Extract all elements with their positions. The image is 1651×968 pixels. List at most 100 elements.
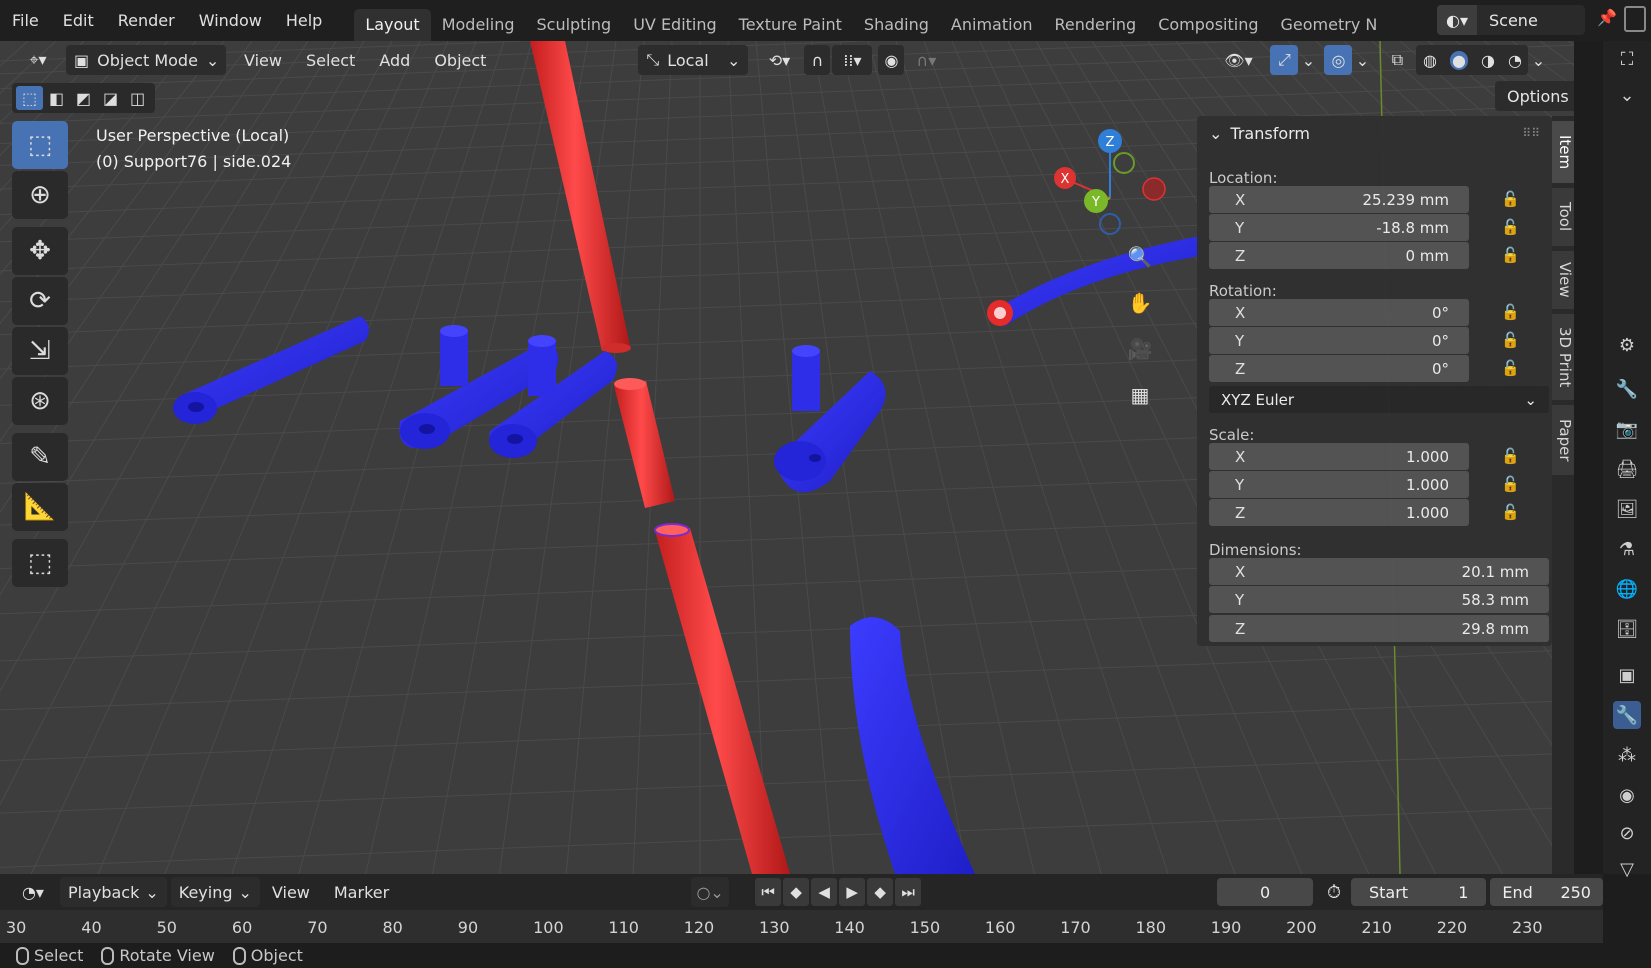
world-properties-icon[interactable]: 🌐 — [1613, 575, 1641, 603]
snap-target-icon[interactable]: ⁞⁞▾ — [832, 45, 873, 75]
tab-view[interactable]: View — [1552, 251, 1574, 309]
visibility-icon[interactable]: 👁▾ — [1216, 45, 1260, 75]
tab-animation[interactable]: Animation — [940, 9, 1044, 41]
tab-uv-editing[interactable]: UV Editing — [622, 9, 727, 41]
lock-icon[interactable]: 🔓 — [1501, 246, 1523, 266]
rendered-shading-icon[interactable]: ◔ — [1508, 51, 1522, 70]
lock-icon[interactable]: 🔓 — [1501, 303, 1523, 323]
scale-x-field[interactable]: X 1.000 — [1209, 443, 1469, 470]
clock-editor-icon[interactable]: ◔▾ — [14, 877, 52, 907]
tab-texture-paint[interactable]: Texture Paint — [728, 9, 853, 41]
collection-properties-icon[interactable]: 🗄 — [1613, 615, 1641, 643]
xray-icon[interactable]: ⧉ — [1384, 45, 1410, 75]
tab-paper[interactable]: Paper — [1552, 405, 1574, 475]
menu-view[interactable]: View — [232, 45, 294, 75]
select-subtract-icon[interactable]: ◩ — [70, 86, 97, 110]
next-keyframe-icon[interactable]: ◆ — [867, 878, 894, 906]
rotation-z-field[interactable]: Z 0° — [1209, 355, 1469, 382]
falloff-icon[interactable]: ∩▾ — [906, 45, 946, 75]
select-intersect-icon[interactable]: ◫ — [124, 86, 151, 110]
editor-type-icon[interactable]: ⚙ — [1613, 331, 1641, 359]
overlays-icon[interactable]: ◎ — [1324, 45, 1353, 75]
jump-start-icon[interactable]: ⏮ — [755, 878, 782, 906]
menu-object[interactable]: Object — [422, 45, 498, 75]
chevron-down-icon[interactable]: ⌄ — [1298, 45, 1318, 75]
tab-geometry-nodes[interactable]: Geometry N — [1270, 9, 1389, 41]
particles-icon[interactable]: ⁂ — [1613, 741, 1641, 769]
play-icon[interactable]: ▶ — [839, 878, 866, 906]
zoom-icon[interactable]: 🔍 — [1120, 237, 1160, 277]
menu-edit[interactable]: Edit — [51, 0, 106, 41]
jump-end-icon[interactable]: ⏭ — [895, 878, 922, 906]
tab-item[interactable]: Item — [1552, 121, 1574, 183]
location-z-field[interactable]: Z 0 mm — [1209, 242, 1469, 269]
scale-y-field[interactable]: Y 1.000 — [1209, 471, 1469, 498]
outliner-icon[interactable]: ⛶ — [1613, 45, 1641, 73]
stopwatch-icon[interactable]: ⏱ — [1327, 882, 1341, 903]
tab-3d-print[interactable]: 3D Print — [1552, 314, 1574, 400]
pin-icon[interactable]: 📌 — [1597, 8, 1617, 27]
tab-compositing[interactable]: Compositing — [1147, 9, 1269, 41]
lock-icon[interactable]: 🔓 — [1501, 218, 1523, 238]
prev-keyframe-icon[interactable]: ◆ — [783, 878, 810, 906]
scene-properties-icon[interactable]: ⚗ — [1613, 535, 1641, 563]
transform-orientation-dropdown[interactable]: ⤡ Local ⌄ — [638, 45, 749, 75]
object-data-icon[interactable]: ▽ — [1613, 855, 1641, 883]
tab-sculpting[interactable]: Sculpting — [525, 9, 622, 41]
measure-tool-icon[interactable]: 📐 — [12, 483, 68, 531]
current-frame-field[interactable]: 0 — [1217, 878, 1313, 906]
pan-hand-icon[interactable]: ✋ — [1120, 283, 1160, 323]
tab-rendering[interactable]: Rendering — [1044, 9, 1148, 41]
select-invert-icon[interactable]: ◪ — [97, 86, 124, 110]
menu-file[interactable]: File — [0, 0, 51, 41]
rotation-y-field[interactable]: Y 0° — [1209, 327, 1469, 354]
view-layer-icon[interactable]: 🖼 — [1613, 495, 1641, 523]
pivot-icon[interactable]: ⟲▾ — [758, 45, 800, 75]
proportional-edit-icon[interactable]: ◉ — [878, 45, 905, 75]
playback-dropdown[interactable]: Playback ⌄ — [59, 877, 167, 907]
play-reverse-icon[interactable]: ◀ — [811, 878, 838, 906]
tab-shading[interactable]: Shading — [853, 9, 940, 41]
select-new-icon[interactable]: ⬚ — [16, 86, 43, 110]
chevron-down-icon[interactable]: ⌄ — [1352, 45, 1372, 75]
solid-shading-icon[interactable]: ● — [1449, 50, 1468, 70]
scene-selector[interactable]: ◐▾ Scene — [1437, 5, 1585, 35]
lock-icon[interactable]: 🔓 — [1501, 475, 1523, 495]
select-extend-icon[interactable]: ◧ — [43, 86, 70, 110]
transform-panel-header[interactable]: ⌄ Transform — [1209, 124, 1310, 143]
editor-type-icon[interactable]: ⌖▾ — [18, 45, 58, 75]
dimensions-z-field[interactable]: Z 29.8 mm — [1209, 615, 1549, 642]
chevron-down-icon[interactable]: ⌄ — [1528, 45, 1548, 75]
move-tool-icon[interactable]: ✥ — [12, 227, 68, 275]
snap-toggle-icon[interactable]: ∩ — [804, 45, 831, 75]
3d-viewport[interactable]: ⌖▾ ▣ Object Mode ⌄ View Select Add Objec… — [0, 41, 1574, 874]
render-properties-icon[interactable]: 📷 — [1613, 415, 1641, 443]
lock-icon[interactable]: 🔓 — [1501, 447, 1523, 467]
annotate-tool-icon[interactable]: ✎ — [12, 433, 68, 481]
end-frame-field[interactable]: End 250 — [1490, 878, 1603, 906]
menu-window[interactable]: Window — [187, 0, 274, 41]
menu-render[interactable]: Render — [106, 0, 187, 41]
output-properties-icon[interactable]: 🖨 — [1613, 455, 1641, 483]
menu-marker[interactable]: Marker — [322, 877, 401, 907]
object-properties-icon[interactable]: ▣ — [1613, 661, 1641, 689]
auto-keying-icon[interactable]: ○⌄ — [691, 877, 730, 907]
frame-ruler[interactable]: 30 40 50 60 70 80 90 100 110 120 130 140 150 160 170 18… — [0, 910, 1603, 944]
filter-icon[interactable]: ⌄ — [1613, 81, 1641, 109]
lock-icon[interactable]: 🔓 — [1501, 359, 1523, 379]
tab-modeling[interactable]: Modeling — [431, 9, 526, 41]
location-x-field[interactable]: X 25.239 mm — [1209, 186, 1469, 213]
tool-properties-icon[interactable]: 🔧 — [1613, 375, 1641, 403]
rotation-mode-dropdown[interactable]: XYZ Euler ⌄ — [1209, 386, 1549, 413]
lock-icon[interactable]: 🔓 — [1501, 503, 1523, 523]
options-dropdown[interactable]: Options ⌄ — [1495, 81, 1574, 111]
cursor-tool-icon[interactable]: ⊕ — [12, 171, 68, 219]
dimensions-y-field[interactable]: Y 58.3 mm — [1209, 586, 1549, 613]
transform-tool-icon[interactable]: ⊛ — [12, 377, 68, 425]
menu-help[interactable]: Help — [274, 0, 334, 41]
lock-icon[interactable]: 🔓 — [1501, 331, 1523, 351]
constraints-icon[interactable]: ⊘ — [1613, 819, 1641, 847]
rotation-x-field[interactable]: X 0° — [1209, 299, 1469, 326]
mode-dropdown[interactable]: ▣ Object Mode ⌄ — [66, 45, 226, 75]
scale-tool-icon[interactable]: ⇲ — [12, 327, 68, 375]
